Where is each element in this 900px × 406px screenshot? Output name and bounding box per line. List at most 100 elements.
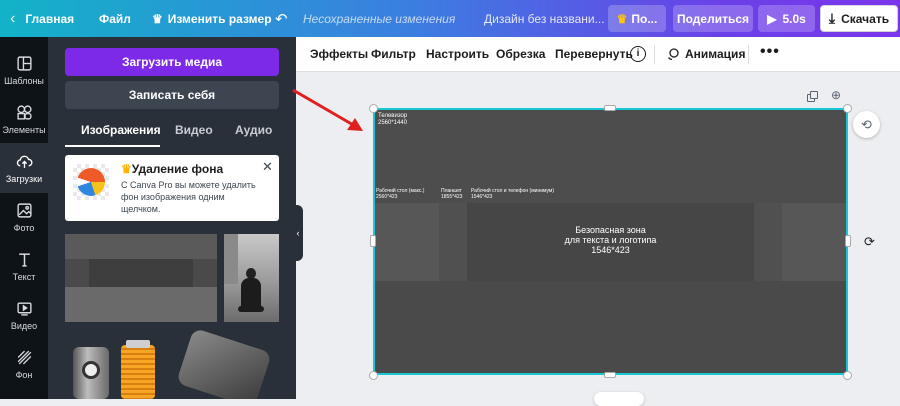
chevron-left-icon: ‹ [296, 228, 300, 238]
brake-pads-graphic [176, 327, 272, 399]
crop-button[interactable]: Обрезка [496, 47, 545, 61]
rail-label: Видео [10, 320, 38, 331]
animation-button[interactable]: Анимация [666, 47, 745, 61]
download-button[interactable]: ⤓ Скачать [820, 5, 898, 32]
toolbar-divider [748, 45, 749, 64]
rail-item-video[interactable]: Видео [0, 290, 48, 340]
play-button[interactable]: ▶ 5.0s [758, 5, 815, 32]
image-toolbar: Эффекты Фильтр Настроить Обрезка Перевер… [296, 37, 900, 72]
uploads-panel: Загрузить медиа Записать себя Изображени… [48, 37, 296, 399]
tab-audio[interactable]: Аудио [235, 123, 272, 137]
share-button[interactable]: Поделиться [673, 5, 753, 32]
resize-handle-top-left[interactable] [369, 104, 378, 113]
flip-button[interactable]: Перевернуть [555, 47, 633, 61]
undo-button[interactable]: ↶ [275, 0, 288, 37]
resize-handle-bottom[interactable] [604, 372, 616, 378]
duration-label: 5.0s [782, 11, 806, 26]
resize-handle-top-right[interactable] [843, 104, 852, 113]
rail-label: Элементы [2, 124, 46, 135]
animation-label: Анимация [685, 47, 746, 61]
fuel-filter-graphic [121, 345, 155, 399]
rotate-icon[interactable]: ⟳ [864, 234, 875, 250]
safe-zone-size: 1546*423 [591, 245, 630, 255]
rail-item-text[interactable]: Текст [0, 241, 48, 291]
tablet-size: 1855*423 [441, 194, 463, 200]
add-page-icon[interactable]: ⊕ [831, 89, 843, 101]
chevron-left-icon: ‹ [10, 9, 16, 27]
background-remover-promo: ♛Удаление фона С Canva Pro вы можете уда… [65, 155, 279, 221]
resize-button[interactable]: ♛ Изменить размер [152, 0, 272, 37]
resize-handle-bottom-right[interactable] [843, 371, 852, 380]
shapes-icon [16, 104, 32, 120]
rail-item-uploads[interactable]: Загрузки [0, 143, 48, 193]
safe-zone-caption: Безопасная зона для текста и логотипа 15… [467, 225, 754, 255]
active-tab-indicator [65, 145, 160, 147]
rail-item-templates[interactable]: Шаблоны [0, 45, 48, 95]
resize-handle-bottom-left[interactable] [369, 371, 378, 380]
resize-handle-right[interactable] [845, 235, 851, 247]
filter-button[interactable]: Фильтр [371, 47, 416, 61]
undo-icon: ↶ [275, 10, 288, 28]
file-menu-button[interactable]: Файл [99, 0, 131, 37]
promo-title: ♛Удаление фона [121, 162, 224, 176]
tab-images[interactable]: Изображения [81, 123, 161, 137]
desktop-size: 2560*423 [376, 194, 398, 200]
bottom-area [375, 281, 846, 373]
rail-item-photos[interactable]: Фото [0, 192, 48, 242]
collapse-panel-button[interactable]: ‹ [293, 205, 303, 261]
uploaded-image-thumbnail[interactable] [224, 234, 279, 322]
rail-item-elements[interactable]: Элементы [0, 94, 48, 144]
uploaded-image-thumbnail[interactable] [65, 234, 217, 322]
info-icon[interactable]: i [630, 46, 646, 62]
page-controls-pill[interactable] [594, 392, 644, 406]
rail-label: Загрузки [5, 173, 43, 184]
more-options-icon[interactable]: ••• [760, 43, 780, 61]
download-label: Скачать [841, 11, 890, 26]
top-bar: ‹ Главная Файл ♛ Изменить размер ↶ Несох… [0, 0, 900, 37]
pro-button[interactable]: ♛ По... [608, 5, 666, 32]
video-icon [16, 301, 32, 316]
close-icon[interactable]: ✕ [262, 159, 273, 175]
download-icon: ⤓ [828, 10, 836, 26]
animation-icon [667, 48, 679, 61]
text-icon [18, 252, 30, 267]
safe-zone-title: Безопасная зона [575, 225, 646, 235]
upload-media-button[interactable]: Загрузить медиа [65, 48, 279, 76]
back-home-button[interactable]: ‹ Главная [10, 0, 74, 37]
comment-button[interactable]: ⟲ [853, 111, 880, 138]
uploaded-image-thumbnail[interactable] [65, 327, 279, 399]
resize-label: Изменить размер [167, 11, 272, 26]
duplicate-page-icon[interactable] [807, 91, 819, 103]
effects-button[interactable]: Эффекты [310, 47, 368, 61]
rail-label: Шаблоны [4, 75, 44, 86]
crown-icon: ♛ [616, 11, 628, 26]
rail-item-background[interactable]: Фон [0, 339, 48, 389]
design-title[interactable]: Дизайн без названи... [484, 0, 605, 37]
add-comment-icon: ⟲ [861, 116, 872, 132]
crown-icon: ♛ [121, 162, 132, 176]
resize-handle-top[interactable] [604, 105, 616, 111]
upload-cloud-icon [16, 155, 32, 168]
record-yourself-button[interactable]: Записать себя [65, 81, 279, 109]
pro-label: По... [631, 11, 658, 26]
rail-label: Фото [13, 222, 35, 233]
layout-icon [16, 55, 32, 71]
tab-video[interactable]: Видео [175, 123, 213, 137]
tv-label: Телевизор [378, 113, 408, 119]
adjust-button[interactable]: Настроить [426, 47, 489, 61]
unsaved-status: Несохраненные изменения [303, 11, 456, 26]
beach-ball-icon [73, 164, 109, 200]
promo-text: С Canva Pro вы можете удалить фон изобра… [121, 180, 256, 214]
side-rail: Шаблоны Элементы Загрузки Фото Текст Вид… [0, 37, 48, 399]
home-label: Главная [25, 11, 75, 26]
rail-label: Текст [12, 271, 36, 282]
mobile-size: 1546*423 [471, 194, 493, 200]
design-canvas[interactable]: Телевизор 2560*1440 Рабочий стол (макс.)… [373, 108, 848, 375]
crown-icon: ♛ [152, 11, 163, 26]
background-icon [17, 350, 31, 364]
resize-handle-left[interactable] [370, 235, 376, 247]
annotation-arrow [292, 88, 363, 131]
toolbar-divider [654, 45, 655, 64]
photo-icon [16, 202, 32, 218]
safe-zone-subtitle: для текста и логотипа [564, 235, 657, 245]
